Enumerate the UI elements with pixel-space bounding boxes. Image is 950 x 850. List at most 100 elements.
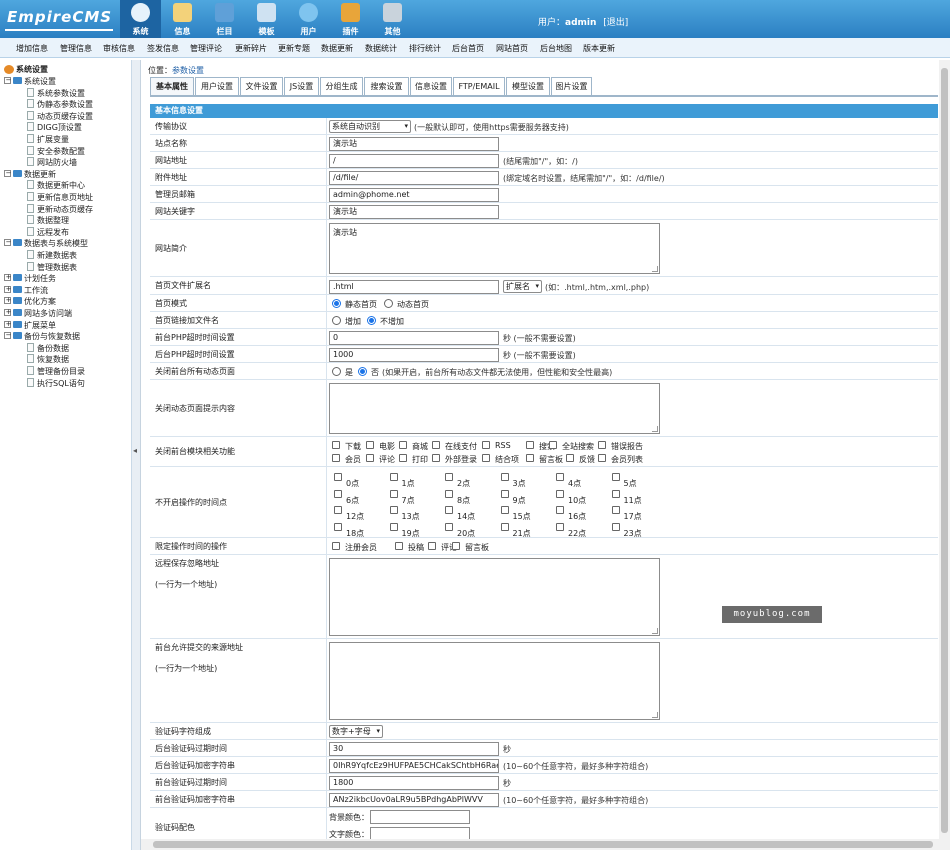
menu-item[interactable]: 后台地图 xyxy=(540,43,572,54)
close-dynamic-radio-0[interactable] xyxy=(332,367,341,376)
module-checkbox[interactable] xyxy=(432,441,440,449)
tree-item[interactable]: 扩展变量 xyxy=(27,134,69,146)
vertical-scrollbar[interactable] xyxy=(939,60,950,850)
module-checkbox[interactable] xyxy=(432,454,440,462)
tree-item[interactable]: DIGG顶设置 xyxy=(27,122,82,134)
logout-link[interactable]: [退出] xyxy=(603,18,628,28)
tree-item[interactable]: 新建数据表 xyxy=(27,250,77,262)
resize-grip-icon[interactable] xyxy=(652,426,658,432)
breadcrumb-link[interactable]: 参数设置 xyxy=(172,66,204,75)
index-mode-radio-1[interactable] xyxy=(384,299,393,308)
menu-item[interactable]: 更新碎片 xyxy=(235,43,267,54)
module-checkbox[interactable] xyxy=(598,454,606,462)
tab-4[interactable]: 分组生成 xyxy=(320,77,363,95)
keywords-input[interactable]: 演示站 xyxy=(329,205,499,219)
module-checkbox[interactable] xyxy=(549,441,557,449)
nav-folder[interactable]: 栏目 xyxy=(204,0,245,38)
nav-user[interactable]: 用户 xyxy=(288,0,329,38)
tree-group[interactable]: − 系统设置 xyxy=(4,76,56,88)
hour-checkbox[interactable] xyxy=(445,506,453,514)
module-checkbox[interactable] xyxy=(566,454,574,462)
module-checkbox[interactable] xyxy=(598,441,606,449)
close-dynamic-radio-1[interactable] xyxy=(358,367,367,376)
module-checkbox[interactable] xyxy=(366,454,374,462)
nav-gear[interactable]: 其他 xyxy=(372,0,413,38)
module-checkbox[interactable] xyxy=(332,441,340,449)
menu-item[interactable]: 增加信息 xyxy=(16,43,48,54)
tree-item[interactable]: 数据整理 xyxy=(27,215,69,227)
hour-checkbox[interactable] xyxy=(556,489,564,498)
hour-checkbox[interactable] xyxy=(445,473,453,481)
tree-item[interactable]: 系统参数设置 xyxy=(27,87,85,100)
expand-icon[interactable]: + xyxy=(4,308,11,316)
tree-group[interactable]: + 网站多访问端 xyxy=(4,308,72,320)
nav-plugin-tools[interactable]: 插件 xyxy=(330,0,371,38)
hour-checkbox[interactable] xyxy=(389,473,398,481)
hour-checkbox[interactable] xyxy=(611,522,620,531)
front-timeout-input[interactable]: 0 xyxy=(329,331,499,345)
hour-checkbox[interactable] xyxy=(611,506,620,514)
hour-checkbox[interactable] xyxy=(500,506,509,514)
nav-template-window[interactable]: 模板 xyxy=(246,0,287,38)
expand-icon[interactable]: + xyxy=(4,273,11,282)
captcha-chars-select[interactable]: 数字+字母 ▾ xyxy=(329,725,383,738)
limit-op-checkbox[interactable] xyxy=(428,542,436,550)
close-tip-textarea[interactable] xyxy=(329,383,660,434)
module-checkbox[interactable] xyxy=(526,454,534,462)
index-mode-radio-0[interactable] xyxy=(332,299,341,308)
limit-op-checkbox[interactable] xyxy=(452,542,460,550)
tree-item[interactable]: 动态页缓存设置 xyxy=(27,110,93,123)
menu-item[interactable]: 后台首页 xyxy=(452,43,484,54)
tree-group[interactable]: − 数据表与系统模型 xyxy=(4,238,88,250)
hour-checkbox[interactable] xyxy=(334,489,342,498)
module-checkbox[interactable] xyxy=(332,454,340,462)
front-captcha-key-input[interactable]: ANz2ikbcUov0aLR9u5BPdhgAbPlWVV xyxy=(329,793,499,807)
hour-checkbox[interactable] xyxy=(334,522,342,531)
allowed-sources-textarea[interactable] xyxy=(329,642,660,720)
menu-item[interactable]: 管理评论 xyxy=(190,43,222,54)
collapse-icon[interactable]: − xyxy=(4,169,11,177)
hour-checkbox[interactable] xyxy=(500,522,509,531)
expand-icon[interactable]: + xyxy=(4,320,11,328)
ext-select[interactable]: 扩展名 ▾ xyxy=(503,280,542,293)
hour-checkbox[interactable] xyxy=(556,522,564,531)
hour-checkbox[interactable] xyxy=(389,506,398,514)
expand-icon[interactable]: + xyxy=(4,285,11,293)
menu-item[interactable]: 审核信息 xyxy=(103,43,135,54)
collapse-arrow-icon[interactable]: ◂ xyxy=(133,446,137,455)
menu-item[interactable]: 版本更新 xyxy=(583,43,615,54)
resize-grip-icon[interactable] xyxy=(652,628,658,634)
tree-item[interactable]: 伪静态参数设置 xyxy=(27,99,93,111)
tab-7[interactable]: FTP/EMAIL xyxy=(453,77,505,95)
front-captcha-expire-input[interactable]: 1800 xyxy=(329,776,499,790)
tree-item[interactable]: 执行SQL语句 xyxy=(27,377,85,390)
menu-item[interactable]: 更新专题 xyxy=(278,43,310,54)
tab-9[interactable]: 图片设置 xyxy=(551,77,592,95)
hour-checkbox[interactable] xyxy=(500,473,509,481)
tree-item[interactable]: 安全参数配置 xyxy=(27,145,85,158)
tree-item[interactable]: 网站防火墙 xyxy=(27,157,77,169)
tree-group[interactable]: − 数据更新 xyxy=(4,169,56,181)
hour-checkbox[interactable] xyxy=(445,522,453,531)
hour-checkbox[interactable] xyxy=(611,473,620,481)
tab-2[interactable]: 文件设置 xyxy=(240,77,283,95)
tree-item[interactable]: 更新信息页地址 xyxy=(27,192,93,204)
back-captcha-expire-input[interactable]: 30 xyxy=(329,742,499,756)
menu-item[interactable]: 管理信息 xyxy=(60,43,92,54)
tree-item[interactable]: 更新动态页缓存 xyxy=(27,203,93,216)
menu-item[interactable]: 签发信息 xyxy=(147,43,179,54)
collapse-icon[interactable]: − xyxy=(4,238,11,247)
tab-1[interactable]: 用户设置 xyxy=(195,77,239,95)
module-checkbox[interactable] xyxy=(482,454,490,462)
attach-url-input[interactable]: /d/file/ xyxy=(329,171,499,185)
module-checkbox[interactable] xyxy=(526,441,534,449)
site-name-input[interactable]: 演示站 xyxy=(329,137,499,151)
index-link-radio-1[interactable] xyxy=(367,316,376,325)
tree-item[interactable]: 管理备份目录 xyxy=(27,366,85,378)
menu-item[interactable]: 网站首页 xyxy=(496,43,528,54)
hour-checkbox[interactable] xyxy=(445,489,453,498)
expand-icon[interactable]: + xyxy=(4,296,11,305)
tab-3[interactable]: JS设置 xyxy=(284,77,319,95)
hour-checkbox[interactable] xyxy=(334,506,342,514)
module-checkbox[interactable] xyxy=(399,454,407,462)
